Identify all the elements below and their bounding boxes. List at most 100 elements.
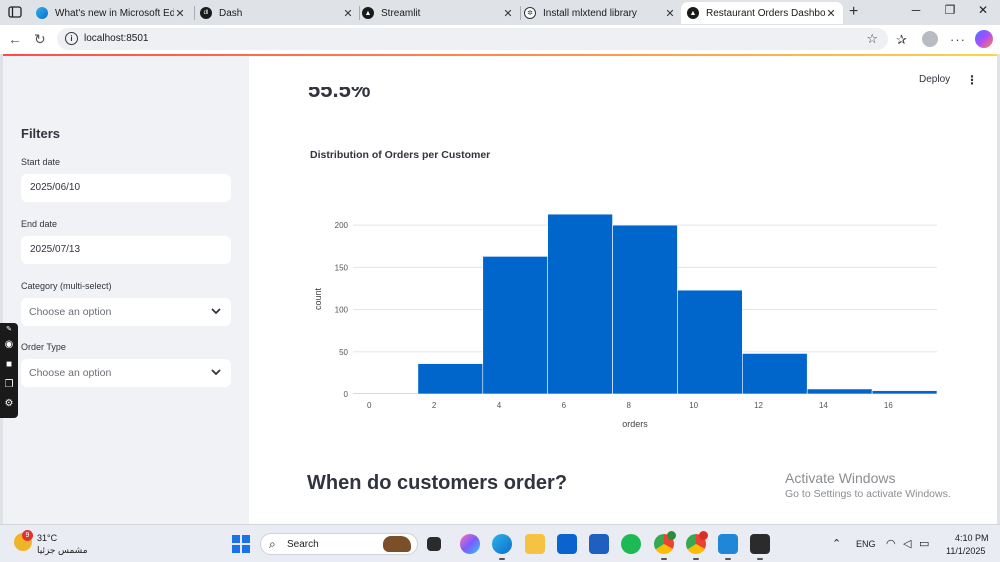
tab-title: Streamlit	[381, 7, 421, 19]
copilot-taskbar-icon[interactable]	[460, 534, 480, 554]
minimize-button[interactable]: ─	[906, 3, 926, 17]
histogram-bar[interactable]	[806, 388, 873, 395]
volume-icon[interactable]: ◁	[903, 537, 911, 550]
chrome-profile-badge	[667, 531, 676, 540]
windows-icon[interactable]: ❐	[3, 379, 15, 390]
capture-toolbar: ✎ ◉ ■ ❐ ⚙	[0, 323, 18, 418]
gear-icon[interactable]: ⚙	[3, 398, 15, 409]
taskbar-search[interactable]: ⌕ Search	[260, 533, 418, 555]
start-date-input[interactable]: 2025/06/10	[21, 174, 231, 202]
chart-title: Distribution of Orders per Customer	[310, 149, 491, 161]
order-type-select[interactable]: Choose an option	[21, 359, 231, 387]
favorite-star-icon[interactable]: ☆	[866, 31, 878, 47]
maximize-button[interactable]: ❐	[940, 3, 960, 17]
task-view-icon[interactable]	[427, 537, 441, 551]
spotify-icon[interactable]	[621, 534, 641, 554]
x-axis-label: orders	[622, 419, 648, 429]
close-icon[interactable]: ✕	[502, 7, 514, 20]
y-tick-label: 50	[339, 348, 348, 357]
metric-value: 55.5%	[308, 87, 371, 101]
close-icon[interactable]: ✕	[342, 7, 354, 20]
close-icon[interactable]: ✕	[174, 7, 186, 20]
outlook-icon[interactable]	[557, 534, 577, 554]
tab-whats-new-edge[interactable]: What's new in Microsoft Edge ✕	[30, 2, 192, 24]
y-tick-label: 100	[335, 306, 349, 315]
language-indicator[interactable]: ENG	[856, 539, 876, 549]
camera-icon[interactable]: ◉	[3, 339, 15, 350]
clock-date[interactable]: 11/1/2025	[946, 546, 985, 556]
tab-restaurant-orders-dashboard[interactable]: ▲ Restaurant Orders Dashboard ✕	[681, 2, 843, 24]
wifi-icon[interactable]: ◠	[886, 537, 896, 550]
url-text: localhost:8501	[84, 33, 149, 44]
close-icon[interactable]: ✕	[664, 7, 676, 20]
pin-icon[interactable]: ✎	[3, 325, 15, 333]
orders-histogram[interactable]: 0 50 100 150 200 0 2 4 6 8 10 12 14 16 orders count	[303, 194, 943, 434]
favorites-icon[interactable]: ✰	[896, 32, 907, 48]
site-info-icon[interactable]: i	[65, 32, 78, 45]
more-menu-icon[interactable]: ···	[950, 32, 966, 47]
y-tick-label: 200	[335, 221, 349, 230]
tab-install-mlxtend[interactable]: ✲ Install mlxtend library ✕	[518, 2, 682, 24]
browser-tab-strip: What's new in Microsoft Edge ✕ dl Dash ✕…	[0, 0, 1000, 25]
x-tick-label: 14	[819, 401, 828, 410]
order-type-placeholder: Choose an option	[29, 367, 112, 379]
weather-temperature[interactable]: 31°C	[37, 533, 57, 543]
histogram-bar[interactable]	[482, 256, 548, 395]
x-tick-label: 6	[562, 401, 567, 410]
edge-icon	[36, 7, 48, 19]
section-heading: When do customers order?	[307, 472, 568, 494]
y-tick-label: 0	[344, 390, 349, 399]
category-select[interactable]: Choose an option	[21, 298, 231, 326]
tab-title: Restaurant Orders Dashboard	[706, 7, 825, 19]
histogram-bar[interactable]	[352, 392, 419, 395]
store-icon[interactable]	[589, 534, 609, 554]
category-label: Category (multi-select)	[21, 281, 112, 291]
back-arrow-icon[interactable]: ←	[8, 31, 22, 47]
tab-streamlit[interactable]: ▲ Streamlit ✕	[356, 2, 520, 24]
order-type-label: Order Type	[21, 342, 66, 352]
streamlit-app: Filters Start date 2025/06/10 End date 2…	[3, 54, 997, 524]
deploy-button[interactable]: Deploy	[919, 74, 950, 85]
clock-time[interactable]: 4:10 PM	[955, 533, 989, 543]
histogram-bar[interactable]	[547, 213, 613, 395]
x-tick-label: 10	[689, 401, 698, 410]
main-menu-icon[interactable]: ⋮	[966, 73, 978, 87]
browser-toolbar: ← ↻ i localhost:8501 ☆ ✰ ···	[0, 25, 1000, 54]
battery-icon[interactable]: ▭	[919, 537, 929, 550]
copilot-icon[interactable]	[975, 30, 993, 48]
tab-dash[interactable]: dl Dash ✕	[194, 2, 360, 24]
tab-title: What's new in Microsoft Edge	[55, 7, 174, 19]
address-bar[interactable]: i localhost:8501 ☆	[57, 28, 888, 50]
sidebar-title: Filters	[21, 126, 61, 141]
edge-taskbar-icon[interactable]	[492, 534, 512, 560]
histogram-bar[interactable]	[417, 363, 484, 395]
tab-title: Install mlxtend library	[543, 7, 637, 19]
x-tick-label: 0	[367, 401, 372, 410]
activate-windows-title: Activate Windows	[785, 470, 896, 486]
end-date-input[interactable]: 2025/07/13	[21, 236, 231, 264]
close-window-button[interactable]: ✕	[973, 3, 993, 17]
histogram-bar[interactable]	[612, 224, 678, 395]
histogram-bar[interactable]	[742, 353, 808, 395]
new-tab-button[interactable]: +	[849, 3, 858, 21]
close-icon[interactable]: ✕	[825, 7, 837, 20]
refresh-icon[interactable]: ↻	[34, 31, 46, 48]
start-button[interactable]	[232, 535, 250, 553]
terminal-icon[interactable]	[750, 534, 770, 560]
chevron-up-icon[interactable]: ⌃	[832, 537, 841, 550]
vscode-icon[interactable]	[718, 534, 738, 560]
video-icon[interactable]: ■	[3, 359, 15, 370]
x-tick-label: 4	[497, 401, 502, 410]
weather-badge: 9	[22, 530, 33, 541]
chrome-profile-badge	[699, 531, 708, 540]
file-explorer-icon[interactable]	[525, 534, 545, 554]
profile-avatar[interactable]	[922, 31, 938, 47]
histogram-bar[interactable]	[677, 289, 743, 395]
streamlit-icon: ▲	[687, 7, 699, 19]
weather-condition[interactable]: مشمس جزئيا	[37, 545, 88, 556]
y-axis-label: count	[313, 287, 323, 310]
tab-title: Dash	[219, 7, 243, 19]
taskbar: 9 31°C مشمس جزئيا ⌕ Search ⌃ ENG ◠ ◁ ▭ 4…	[0, 524, 1000, 562]
histogram-bar[interactable]	[871, 390, 938, 395]
tab-actions-icon[interactable]	[8, 5, 22, 19]
